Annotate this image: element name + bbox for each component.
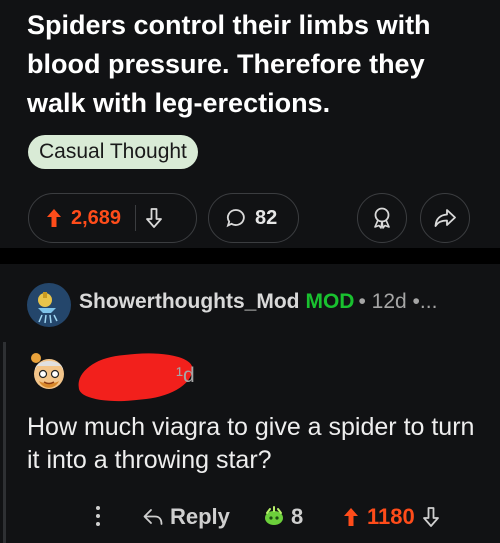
- comment-score: 1180: [367, 504, 415, 529]
- award-button[interactable]: [357, 193, 407, 243]
- user-avatar[interactable]: [25, 348, 73, 396]
- vote-divider: [135, 205, 137, 231]
- upvote-icon[interactable]: [46, 208, 62, 228]
- comment: ¹d How much viagra to give a spider to t…: [0, 342, 500, 543]
- post-flair[interactable]: Casual Thought: [28, 135, 198, 169]
- post-card: Spiders control their limbs with blood p…: [0, 0, 500, 248]
- award-count: 8: [291, 504, 304, 529]
- comment-body: How much viagra to give a spider to turn…: [27, 413, 475, 474]
- reply-button[interactable]: Reply: [143, 504, 230, 530]
- mod-comment-row[interactable]: Showerthoughts_Mod MOD • 12d •...: [0, 264, 500, 342]
- reply-label: Reply: [170, 504, 230, 529]
- downvote-icon[interactable]: [146, 208, 162, 228]
- post-title[interactable]: Spiders control their limbs with blood p…: [27, 6, 487, 123]
- post-score: 2,689: [71, 206, 122, 229]
- award-icon: [374, 207, 390, 229]
- comments-button[interactable]: 82: [208, 193, 299, 243]
- comment-actions: Reply 8 1180: [0, 500, 500, 536]
- mod-username[interactable]: Showerthoughts_Mod: [79, 290, 299, 313]
- mod-comment-meta: • 12d •...: [358, 290, 438, 313]
- showerhead-avatar-icon[interactable]: [27, 283, 71, 327]
- comment-vote-control: 1180: [343, 504, 439, 530]
- share-icon: [434, 209, 456, 227]
- reply-icon: [143, 509, 163, 525]
- share-button[interactable]: [420, 193, 470, 243]
- section-divider: [0, 248, 500, 264]
- vote-control: 2,689: [28, 193, 197, 243]
- mod-badge: MOD: [305, 290, 355, 313]
- award-icon: [265, 506, 283, 525]
- more-icon[interactable]: [94, 502, 102, 530]
- upvote-icon[interactable]: [343, 507, 359, 527]
- comment-award[interactable]: 8: [262, 504, 303, 530]
- downvote-icon[interactable]: [422, 507, 439, 527]
- comment-count: 82: [255, 206, 278, 229]
- comment-bubble-icon: [226, 209, 245, 228]
- mod-comment-header: Showerthoughts_Mod MOD • 12d •...: [79, 290, 437, 314]
- comment-time: ¹d: [176, 364, 195, 387]
